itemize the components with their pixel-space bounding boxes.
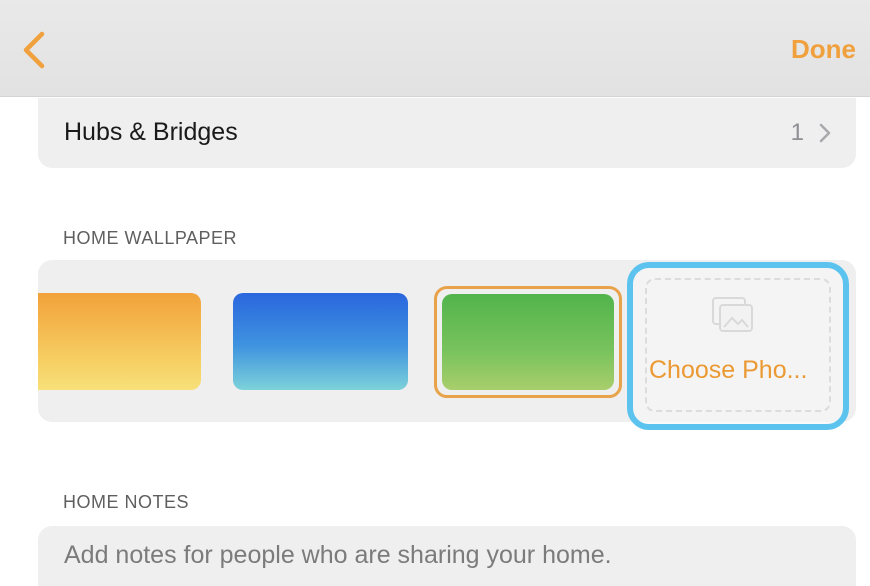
done-button[interactable]: Done (791, 34, 856, 65)
chevron-right-icon (819, 123, 831, 143)
choose-photo-label: Choose Pho... (649, 356, 808, 384)
wallpaper-blue[interactable] (233, 293, 408, 390)
home-notes-input[interactable] (64, 541, 844, 570)
back-button[interactable] (20, 30, 54, 70)
hubs-count: 1 (790, 119, 804, 146)
home-notes-header: HOME NOTES (63, 492, 190, 512)
hubs-bridges-label: Hubs & Bridges (64, 118, 238, 146)
choose-photo-button[interactable]: Choose Pho... (627, 262, 849, 430)
home-notes-field[interactable] (38, 526, 856, 586)
chevron-left-icon (23, 31, 45, 69)
home-wallpaper-header: HOME WALLPAPER (63, 228, 238, 248)
wallpaper-green[interactable] (442, 294, 614, 390)
hubs-bridges-row[interactable]: Hubs & Bridges 1 (38, 98, 856, 168)
navigation-bar: Done (0, 0, 870, 97)
photo-icon (712, 297, 753, 332)
wallpaper-orange[interactable] (38, 293, 201, 390)
